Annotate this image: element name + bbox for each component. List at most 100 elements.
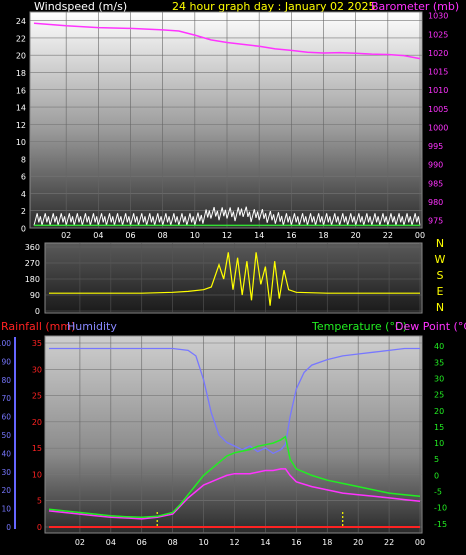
rainfall-tick-label: 10	[32, 470, 42, 479]
x-tick-label: 22	[384, 538, 394, 547]
direction-tick-label: 0	[35, 307, 40, 316]
humidity-tick-label: 30	[1, 468, 11, 477]
temperature-tick-label: 25	[434, 391, 444, 400]
temperature-tick-label: -5	[434, 487, 442, 496]
x-tick-label: 14	[254, 231, 264, 240]
weather-graph: Windspeed (m/s) 24 hour graph day : Janu…	[0, 0, 466, 547]
rainfall-tick-label: 15	[32, 444, 42, 453]
windspeed-tick-label: 20	[16, 52, 26, 61]
x-tick-label: 14	[260, 538, 270, 547]
windspeed-tick-label: 12	[16, 121, 26, 130]
x-tick-label: 22	[383, 231, 393, 240]
rainfall-label: Rainfall (mm)	[1, 320, 75, 333]
windspeed-tick-label: 24	[16, 17, 26, 26]
rainfall-tick-label: 0	[37, 523, 42, 532]
x-tick-label: 12	[222, 231, 232, 240]
panel1-background	[29, 11, 423, 229]
x-tick-label: 02	[61, 231, 71, 240]
direction-tick-label: 180	[25, 275, 40, 284]
windspeed-tick-label: 2	[21, 207, 26, 216]
compass-axis: NWSEN	[435, 237, 446, 314]
x-tick-label: 00	[415, 538, 425, 547]
x-tick-label: 18	[318, 231, 328, 240]
barometer-tick-label: 990	[428, 161, 443, 170]
humidity-label: Humidity	[67, 320, 117, 333]
x-tick-label: 20	[353, 538, 363, 547]
humidity-tick-label: 10	[1, 505, 11, 514]
panel1-x-axis: 02 04 06 08 10 12 14 16 18 20 22 00	[61, 231, 425, 240]
rainfall-tick-label: 30	[32, 365, 42, 374]
temperature-label: Temperature (°C)	[311, 320, 407, 333]
compass-label: W	[435, 253, 446, 266]
dewpoint-label: Dew Point (°C)	[395, 320, 466, 333]
x-tick-label: 00	[415, 231, 425, 240]
barometer-tick-label: 985	[428, 179, 443, 188]
x-tick-label: 16	[286, 231, 296, 240]
compass-label: N	[436, 301, 444, 314]
temperature-tick-label: 5	[434, 455, 439, 464]
temp-humidity-panel: 0102030405060708090100 05101520253035 -1…	[0, 335, 447, 547]
compass-label: N	[436, 237, 444, 250]
x-tick-label: 08	[158, 231, 168, 240]
barometer-tick-label: 1000	[428, 123, 448, 132]
windspeed-tick-label: 14	[16, 104, 26, 113]
x-tick-label: 18	[322, 538, 332, 547]
panel3-x-axis: 02 04 06 08 10 12 14 16 18 20 22 00	[75, 538, 425, 547]
windspeed-tick-label: 18	[16, 69, 26, 78]
compass-label: E	[437, 285, 444, 298]
humidity-tick-label: 50	[1, 431, 11, 440]
x-tick-label: 06	[125, 231, 135, 240]
humidity-tick-label: 20	[1, 486, 11, 495]
wind-barometer-panel: 024681012141618202224 975980985990995100…	[16, 11, 448, 240]
rainfall-tick-label: 35	[32, 339, 42, 348]
windspeed-axis: 024681012141618202224	[16, 17, 26, 233]
windspeed-tick-label: 8	[21, 155, 26, 164]
humidity-tick-label: 40	[1, 449, 11, 458]
barometer-tick-label: 1020	[428, 49, 448, 58]
temperature-tick-label: 35	[434, 358, 444, 367]
x-tick-label: 10	[190, 231, 200, 240]
direction-tick-label: 360	[25, 243, 40, 252]
temperature-tick-label: 0	[434, 471, 439, 480]
panel3-background	[44, 335, 423, 534]
x-tick-label: 10	[198, 538, 208, 547]
humidity-tick-label: 60	[1, 413, 11, 422]
barometer-tick-label: 980	[428, 198, 443, 207]
barometer-tick-label: 975	[428, 217, 443, 226]
temperature-tick-label: 10	[434, 439, 444, 448]
rainfall-tick-label: 25	[32, 392, 42, 401]
graph-title: 24 hour graph day : January 02 2025	[172, 0, 376, 13]
direction-tick-label: 90	[30, 291, 40, 300]
rainfall-tick-label: 20	[32, 418, 42, 427]
barometer-tick-label: 1010	[428, 86, 448, 95]
temperature-tick-label: 30	[434, 375, 444, 384]
temperature-tick-label: -15	[434, 520, 447, 529]
panel2-background	[44, 242, 423, 314]
barometer-tick-label: 1025	[428, 30, 448, 39]
temperature-axis: -15 -10 -5 0 5 10 15 20 25 30 35 40	[434, 342, 447, 529]
x-tick-label: 12	[229, 538, 239, 547]
humidity-tick-label: 80	[1, 376, 11, 385]
x-tick-label: 02	[75, 538, 85, 547]
windspeed-tick-label: 10	[16, 138, 26, 147]
humidity-tick-label: 0	[6, 523, 11, 532]
x-tick-label: 04	[106, 538, 116, 547]
humidity-tick-label: 100	[0, 339, 11, 348]
temperature-tick-label: 40	[434, 342, 444, 351]
barometer-axis: 975 980 985 990 995 1000 1005 1010 1015 1020 1025 1…	[428, 12, 448, 226]
direction-tick-label: 270	[25, 259, 40, 268]
temperature-tick-label: 15	[434, 423, 444, 432]
compass-label: S	[437, 269, 444, 282]
x-tick-label: 06	[137, 538, 147, 547]
x-tick-label: 04	[93, 231, 103, 240]
windspeed-tick-label: 0	[21, 225, 26, 234]
barometer-tick-label: 1030	[428, 12, 448, 21]
x-tick-label: 08	[168, 538, 178, 547]
barometer-tick-label: 995	[428, 142, 443, 151]
barometer-tick-label: 1015	[428, 68, 448, 77]
windspeed-tick-label: 6	[21, 173, 26, 182]
humidity-tick-label: 70	[1, 394, 11, 403]
windspeed-tick-label: 22	[16, 34, 26, 43]
windspeed-tick-label: 4	[21, 190, 26, 199]
x-tick-label: 20	[351, 231, 361, 240]
